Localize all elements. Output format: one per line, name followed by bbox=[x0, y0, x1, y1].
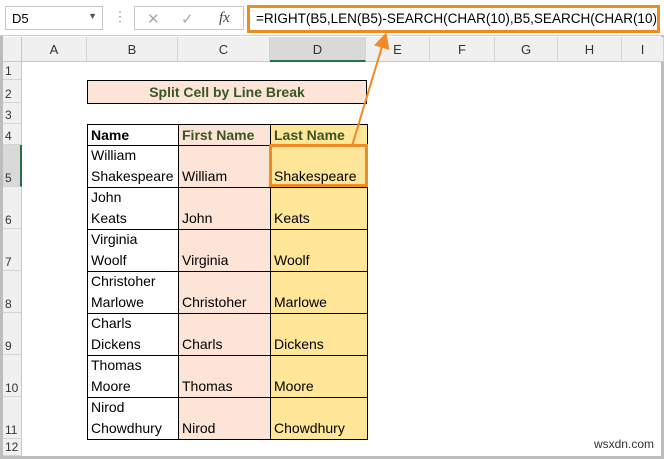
watermark: wsxdn.com bbox=[593, 437, 654, 451]
arrow-annotation bbox=[351, 32, 390, 147]
arrow-line bbox=[351, 32, 390, 147]
